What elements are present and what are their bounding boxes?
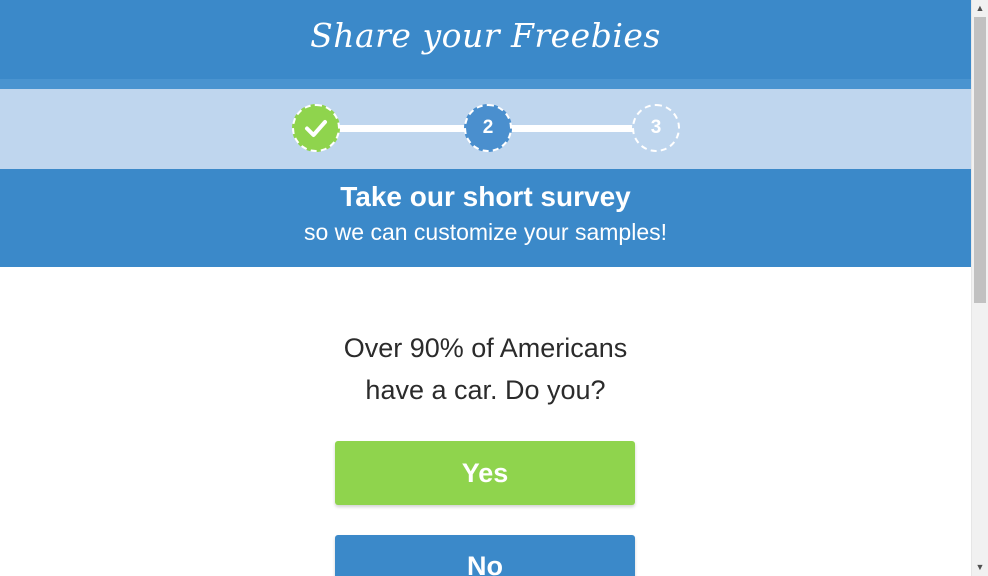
step-2-current: 2 xyxy=(464,104,512,152)
survey-intro: Take our short survey so we can customiz… xyxy=(0,169,971,267)
page-subtitle: so we can customize your samples! xyxy=(303,219,668,245)
progress-connector xyxy=(338,125,466,132)
check-icon xyxy=(305,120,327,137)
scrollbar-thumb[interactable] xyxy=(974,17,986,303)
page-title: Take our short survey xyxy=(340,181,631,212)
question-line-1: Over 90% of Americans xyxy=(343,333,628,363)
page: Share your Freebies 2 3 Take our short s… xyxy=(0,0,971,576)
question-line-2: have a car. Do you? xyxy=(365,375,606,405)
progress-tracker: 2 3 xyxy=(0,89,971,169)
step-1-completed xyxy=(292,104,340,152)
site-header: Share your Freebies xyxy=(0,0,971,79)
scroll-down-arrow-icon[interactable]: ▼ xyxy=(972,559,988,576)
survey-question: Over 90% of Americans have a car. Do you… xyxy=(0,327,971,411)
step-3-upcoming: 3 xyxy=(632,104,680,152)
yes-button[interactable]: Yes xyxy=(335,441,635,505)
header-divider xyxy=(0,79,971,89)
no-button[interactable]: No xyxy=(335,535,635,576)
vertical-scrollbar[interactable]: ▲ ▼ xyxy=(971,0,988,576)
progress-connector xyxy=(510,125,634,132)
site-logo[interactable]: Share your Freebies xyxy=(0,12,971,60)
scroll-up-arrow-icon[interactable]: ▲ xyxy=(972,0,988,17)
